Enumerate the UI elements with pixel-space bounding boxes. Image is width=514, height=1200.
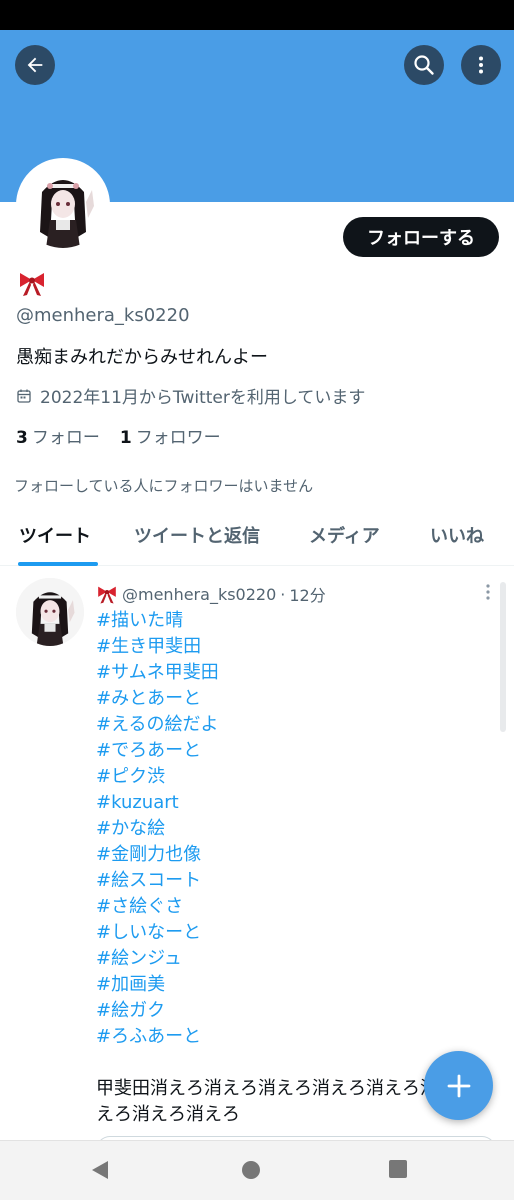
hashtag-link[interactable]: #サムネ甲斐田	[96, 660, 219, 686]
hashtag-link[interactable]: #しいなーと	[96, 920, 219, 946]
nav-back-icon	[92, 1161, 108, 1179]
tweet-avatar[interactable]	[16, 578, 84, 646]
more-vertical-icon	[479, 56, 483, 74]
tab-tweets[interactable]: ツイート	[19, 522, 91, 548]
mutual-followers-note: フォローしている人にフォロワーはいません	[14, 477, 314, 495]
more-vertical-icon	[486, 584, 490, 600]
profile-avatar[interactable]	[16, 158, 110, 252]
tweet-separator: ·	[280, 584, 286, 604]
followers-count: 1	[119, 428, 132, 448]
profile-bio: 愚痴まみれだからみせれんよー	[16, 347, 268, 368]
hashtag-link[interactable]: #ろふあーと	[96, 1024, 219, 1050]
avatar-illustration	[16, 578, 84, 646]
nav-back-button[interactable]	[90, 1159, 110, 1185]
nav-home-button[interactable]	[240, 1159, 262, 1185]
following-link[interactable]: 3 フォロー	[16, 423, 100, 448]
nav-home-icon	[242, 1161, 260, 1179]
follow-button[interactable]: フォローする	[343, 217, 499, 257]
tweet-header: @menhera_ks0220 · 12分	[96, 582, 326, 606]
nav-recents-icon	[389, 1160, 407, 1178]
hashtag-link[interactable]: #加画美	[96, 972, 219, 998]
tweet-hashtags: #描いた晴 #生き甲斐田 #サムネ甲斐田 #みとあーと #えるの絵だよ #でろあーと #ピク…	[96, 608, 219, 1050]
profile-handle: @menhera_ks0220	[16, 305, 190, 326]
back-button[interactable]	[15, 45, 55, 85]
scrollbar[interactable]	[500, 582, 506, 732]
follow-counts: 3 フォロー 1 フォロワー	[16, 423, 221, 448]
followers-label: フォロワー	[135, 428, 221, 448]
avatar-illustration	[20, 162, 106, 248]
hashtag-link[interactable]: #絵スコート	[96, 868, 219, 894]
compose-tweet-button[interactable]	[424, 1051, 493, 1120]
arrow-left-icon	[27, 57, 43, 73]
ribbon-emoji-icon	[20, 273, 44, 296]
tab-tweets-and-replies[interactable]: ツイートと返信	[134, 522, 260, 548]
hashtag-link[interactable]: #金剛力也像	[96, 842, 219, 868]
joined-date: 2022年11月からTwitterを利用しています	[16, 383, 365, 408]
followers-link[interactable]: 1 フォロワー	[120, 423, 221, 448]
hashtag-link[interactable]: #さ絵ぐさ	[96, 894, 219, 920]
display-name-ribbon	[17, 268, 47, 298]
search-icon	[414, 55, 434, 75]
ribbon-emoji-icon	[98, 586, 116, 604]
tweet-time: 12分	[289, 586, 326, 605]
tweet-handle[interactable]: @menhera_ks0220	[122, 585, 276, 604]
plus-icon	[447, 1074, 470, 1097]
hashtag-link[interactable]: #描いた晴	[96, 608, 219, 634]
hashtag-link[interactable]: #kuzuart	[96, 790, 219, 816]
profile-tabs: ツイート ツイートと返信 メディア いいね	[0, 508, 514, 566]
hashtag-link[interactable]: #えるの絵だよ	[96, 712, 219, 738]
following-count: 3	[16, 428, 28, 448]
hashtag-link[interactable]: #生き甲斐田	[96, 634, 219, 660]
hashtag-link[interactable]: #ピク渋	[96, 764, 219, 790]
active-tab-indicator	[18, 562, 98, 566]
hashtag-link[interactable]: #絵ンジュ	[96, 946, 219, 972]
nav-recents-button[interactable]	[388, 1159, 408, 1183]
hashtag-link[interactable]: #でろあーと	[96, 738, 219, 764]
calendar-icon	[17, 389, 31, 403]
system-navigation-bar	[0, 1140, 514, 1200]
tweet-more-button[interactable]	[478, 582, 498, 602]
following-label: フォロー	[31, 428, 100, 448]
hashtag-link[interactable]: #かな絵	[96, 816, 219, 842]
tab-media[interactable]: メディア	[309, 522, 380, 548]
joined-text: 2022年11月からTwitterを利用しています	[40, 388, 366, 408]
hashtag-link[interactable]: #絵ガク	[96, 998, 219, 1024]
more-button[interactable]	[461, 45, 501, 85]
hashtag-link[interactable]: #みとあーと	[96, 686, 219, 712]
status-bar	[0, 0, 514, 30]
search-button[interactable]	[404, 45, 444, 85]
tab-likes[interactable]: いいね	[430, 522, 484, 548]
